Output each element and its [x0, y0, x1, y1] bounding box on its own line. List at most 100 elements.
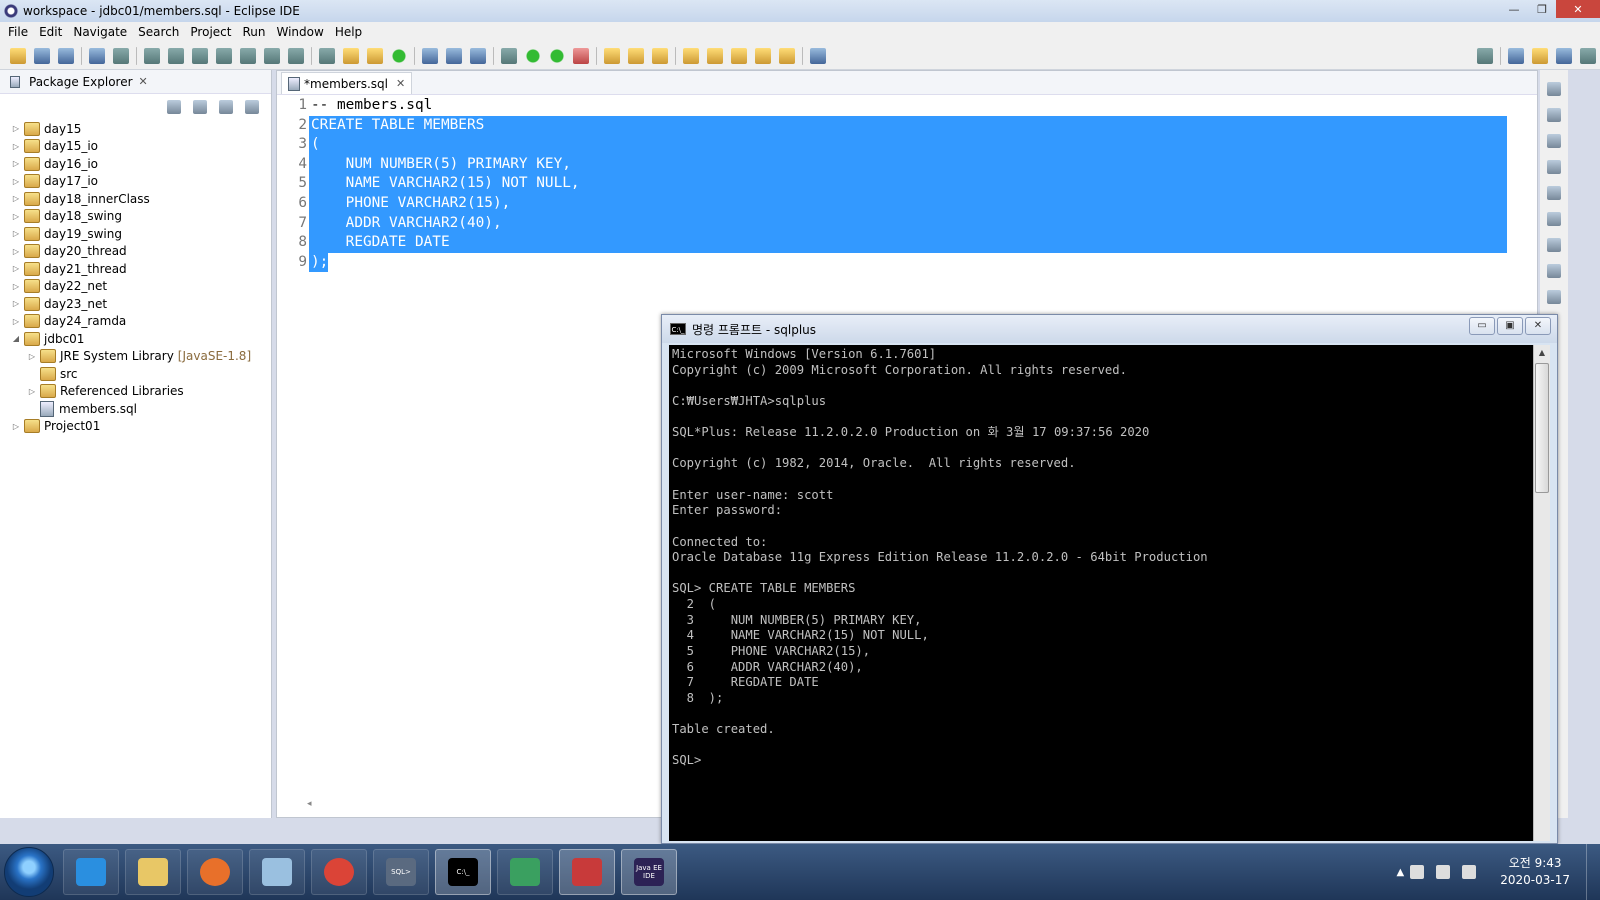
- declaration-icon[interactable]: [1547, 238, 1561, 252]
- previous-annotation-icon[interactable]: [707, 47, 723, 64]
- tree-item-jdbc01[interactable]: ◢ jdbc01: [0, 330, 271, 348]
- code-line[interactable]: 6 PHONE VARCHAR2(15),: [277, 193, 1507, 214]
- tree-item-referenced-libraries[interactable]: ▷ Referenced Libraries: [0, 383, 271, 401]
- expand-toggle-icon[interactable]: ▷: [26, 352, 38, 361]
- coverage-icon[interactable]: [549, 47, 565, 64]
- menu-project[interactable]: Project: [190, 25, 231, 39]
- show-whitespace-icon[interactable]: [470, 47, 486, 64]
- restore-view-icon[interactable]: [1547, 186, 1561, 200]
- toggle-mark-occurrences-icon[interactable]: [422, 47, 438, 64]
- action-center-flag-icon[interactable]: [1436, 865, 1451, 879]
- menu-edit[interactable]: Edit: [39, 25, 62, 39]
- cmd-scrollbar[interactable]: ▲: [1533, 345, 1550, 841]
- expand-toggle-icon[interactable]: ▷: [10, 124, 22, 133]
- back-icon[interactable]: [755, 47, 771, 64]
- link-with-editor-icon[interactable]: [193, 100, 207, 114]
- suspend-icon[interactable]: [168, 47, 184, 64]
- tree-item-day18-innerclass[interactable]: ▷ day18_innerClass: [0, 190, 271, 208]
- expand-toggle-icon[interactable]: ◢: [10, 334, 22, 343]
- expand-toggle-icon[interactable]: ▷: [10, 422, 22, 431]
- editor-horizontal-scrollbar[interactable]: ◂: [307, 799, 667, 813]
- scroll-thumb[interactable]: [1535, 363, 1549, 493]
- expand-toggle-icon[interactable]: ▷: [10, 229, 22, 238]
- tree-item-day17-io[interactable]: ▷ day17_io: [0, 173, 271, 191]
- task-list-icon[interactable]: [1547, 108, 1561, 122]
- forward-icon[interactable]: [779, 47, 795, 64]
- run-icon[interactable]: [525, 47, 541, 64]
- taskbar-snipping-tool-button[interactable]: [559, 849, 615, 895]
- menu-navigate[interactable]: Navigate: [73, 25, 127, 39]
- step-over-icon[interactable]: [264, 47, 280, 64]
- tree-item-day21-thread[interactable]: ▷ day21_thread: [0, 260, 271, 278]
- show-hidden-icons[interactable]: ▲: [1397, 867, 1405, 878]
- taskbar-eclipse-button[interactable]: Java EE IDE: [621, 849, 677, 895]
- code-line[interactable]: 4 NUM NUMBER(5) PRIMARY KEY,: [277, 154, 1507, 175]
- resume-icon[interactable]: [144, 47, 160, 64]
- outline-icon[interactable]: [1547, 160, 1561, 174]
- code-line[interactable]: 3(: [277, 135, 1507, 155]
- tree-item-day15[interactable]: ▷ day15: [0, 120, 271, 138]
- restore-view-icon[interactable]: [1547, 134, 1561, 148]
- clock[interactable]: 오전 9:43 2020-03-17: [1500, 855, 1570, 889]
- expand-toggle-icon[interactable]: ▷: [10, 247, 22, 256]
- tree-item-members-sql[interactable]: members.sql: [0, 400, 271, 418]
- tree-item-jre-system-library[interactable]: ▷ JRE System Library [JavaSE-1.8]: [0, 348, 271, 366]
- new-wizard-icon[interactable]: [391, 47, 407, 64]
- package-explorer-title[interactable]: Package Explorer: [29, 75, 133, 89]
- pin-editor-icon[interactable]: [810, 47, 826, 64]
- menu-run[interactable]: Run: [242, 25, 265, 39]
- taskbar-media-player-button[interactable]: [187, 849, 243, 895]
- terminate-icon[interactable]: [192, 47, 208, 64]
- cmd-minimize-button[interactable]: ▭: [1469, 317, 1495, 335]
- expand-toggle-icon[interactable]: ▷: [10, 177, 22, 186]
- open-perspective-icon[interactable]: [1508, 47, 1524, 64]
- collapse-all-icon[interactable]: [167, 100, 181, 114]
- tree-item-day23-net[interactable]: ▷ day23_net: [0, 295, 271, 313]
- volume-muted-icon[interactable]: [1410, 865, 1425, 879]
- code-line[interactable]: 8 REGDATE DATE: [277, 233, 1507, 253]
- code-text-area[interactable]: 1 -- members.sql 2 CREATE TABLE MEMBERS 3(4 …: [277, 96, 1507, 273]
- console-icon[interactable]: [1547, 264, 1561, 278]
- save-icon[interactable]: [34, 47, 50, 64]
- open-task-icon[interactable]: [628, 47, 644, 64]
- expand-toggle-icon[interactable]: ▷: [26, 387, 38, 396]
- expand-toggle-icon[interactable]: ▷: [10, 142, 22, 151]
- taskbar-file-explorer-button[interactable]: [125, 849, 181, 895]
- console-output[interactable]: Microsoft Windows [Version 6.1.7601] Copy…: [669, 345, 1535, 841]
- debug-view-icon[interactable]: [1547, 290, 1561, 304]
- last-edit-location-icon[interactable]: [731, 47, 747, 64]
- tab-members-sql[interactable]: *members.sql ✕: [281, 72, 413, 94]
- java-ee-perspective-icon[interactable]: [1556, 47, 1572, 64]
- cmd-maximize-button[interactable]: ▣: [1497, 317, 1523, 335]
- restore-view-icon[interactable]: [1547, 82, 1561, 96]
- use-step-filters-icon[interactable]: [319, 47, 335, 64]
- terminal-icon[interactable]: [89, 47, 105, 64]
- menu-help[interactable]: Help: [335, 25, 362, 39]
- minimize-button[interactable]: —: [1500, 0, 1528, 18]
- step-return-icon[interactable]: [288, 47, 304, 64]
- expand-toggle-icon[interactable]: ▷: [10, 317, 22, 326]
- tree-item-day15-io[interactable]: ▷ day15_io: [0, 138, 271, 156]
- code-line[interactable]: 9);: [277, 252, 1507, 273]
- tree-item-day16-io[interactable]: ▷ day16_io: [0, 155, 271, 173]
- cmd-close-button[interactable]: ✕: [1525, 317, 1551, 335]
- disconnect-icon[interactable]: [216, 47, 232, 64]
- scroll-up-arrow[interactable]: ▲: [1534, 345, 1550, 361]
- tree-item-day19-swing[interactable]: ▷ day19_swing: [0, 225, 271, 243]
- debug-icon[interactable]: [501, 47, 517, 64]
- close-view-icon[interactable]: ✕: [139, 75, 148, 88]
- taskbar-internet-explorer-button[interactable]: [63, 849, 119, 895]
- tree-item-src[interactable]: src: [0, 365, 271, 383]
- network-icon[interactable]: [1462, 865, 1477, 879]
- code-line[interactable]: 5 NAME VARCHAR2(15) NOT NULL,: [277, 174, 1507, 194]
- menu-file[interactable]: File: [8, 25, 28, 39]
- expand-toggle-icon[interactable]: ▷: [10, 264, 22, 273]
- open-type-icon[interactable]: [604, 47, 620, 64]
- quick-access-search-icon[interactable]: [1477, 47, 1493, 64]
- taskbar-notepad-button[interactable]: [249, 849, 305, 895]
- taskbar-media-center-button[interactable]: [497, 849, 553, 895]
- new-java-package-icon[interactable]: [343, 47, 359, 64]
- search-icon[interactable]: [652, 47, 668, 64]
- code-line[interactable]: 7 ADDR VARCHAR2(40),: [277, 213, 1507, 234]
- expand-toggle-icon[interactable]: ▷: [10, 299, 22, 308]
